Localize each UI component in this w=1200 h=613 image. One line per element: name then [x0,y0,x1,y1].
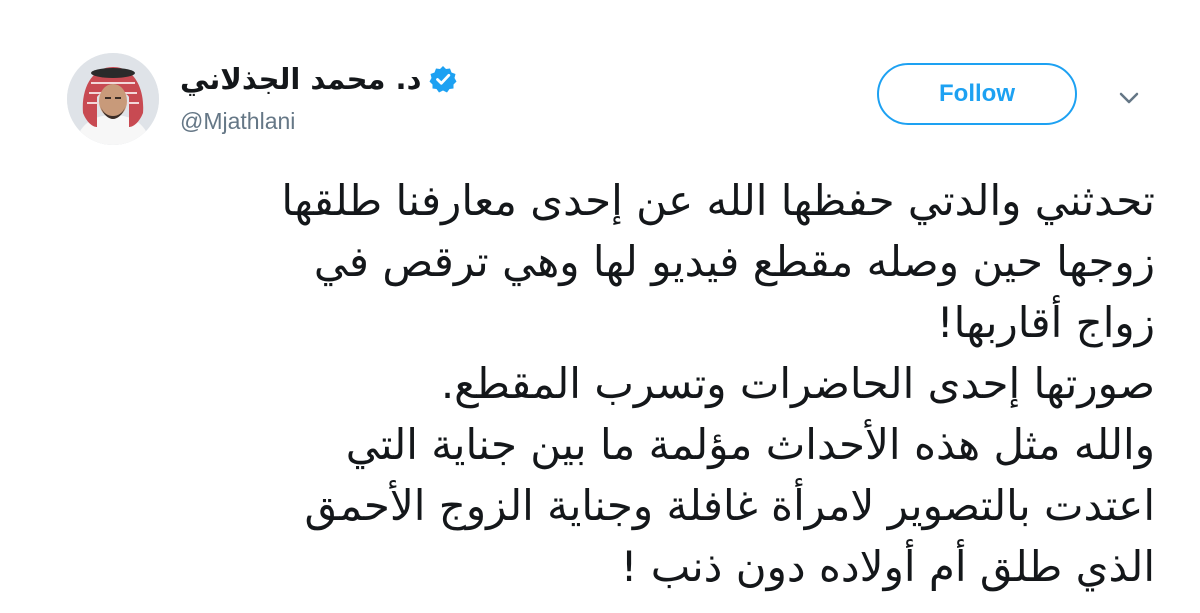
tweet-text-line: زوجها حين وصله مقطع فيديو لها وهي ترقص ف… [313,237,1155,286]
tweet-text-line: صورتها إحدى الحاضرات وتسرب المقطع. [440,359,1155,408]
tweet-text: تحدثني والدتي حفظها الله عن إحدى معارفنا… [40,170,1155,597]
tweet-text-line: الذي طلق أم أولاده دون ذنب ! [620,542,1155,591]
tweet-text-line: تحدثني والدتي حفظها الله عن إحدى معارفنا… [281,176,1155,225]
tweet-text-line: اعتدت بالتصوير لامرأة غافلة وجناية الزوج… [304,481,1155,530]
follow-button[interactable]: Follow [877,63,1077,125]
chevron-down-icon[interactable] [1114,86,1144,110]
verified-badge-icon [429,65,457,93]
author-display-name[interactable]: د. محمد الجذلاني [180,62,421,96]
avatar[interactable] [67,53,159,145]
tweet-card: د. محمد الجذلاني @Mjathlani Follow تحدثن… [0,0,1200,613]
profile-photo-icon [67,53,159,145]
author-name-row: د. محمد الجذلاني [180,58,457,100]
author-handle[interactable]: @Mjathlani [180,108,295,135]
tweet-text-line: زواج أقاربها! [936,298,1155,347]
tweet-text-line: والله مثل هذه الأحداث مؤلمة ما بين جناية… [345,420,1155,469]
